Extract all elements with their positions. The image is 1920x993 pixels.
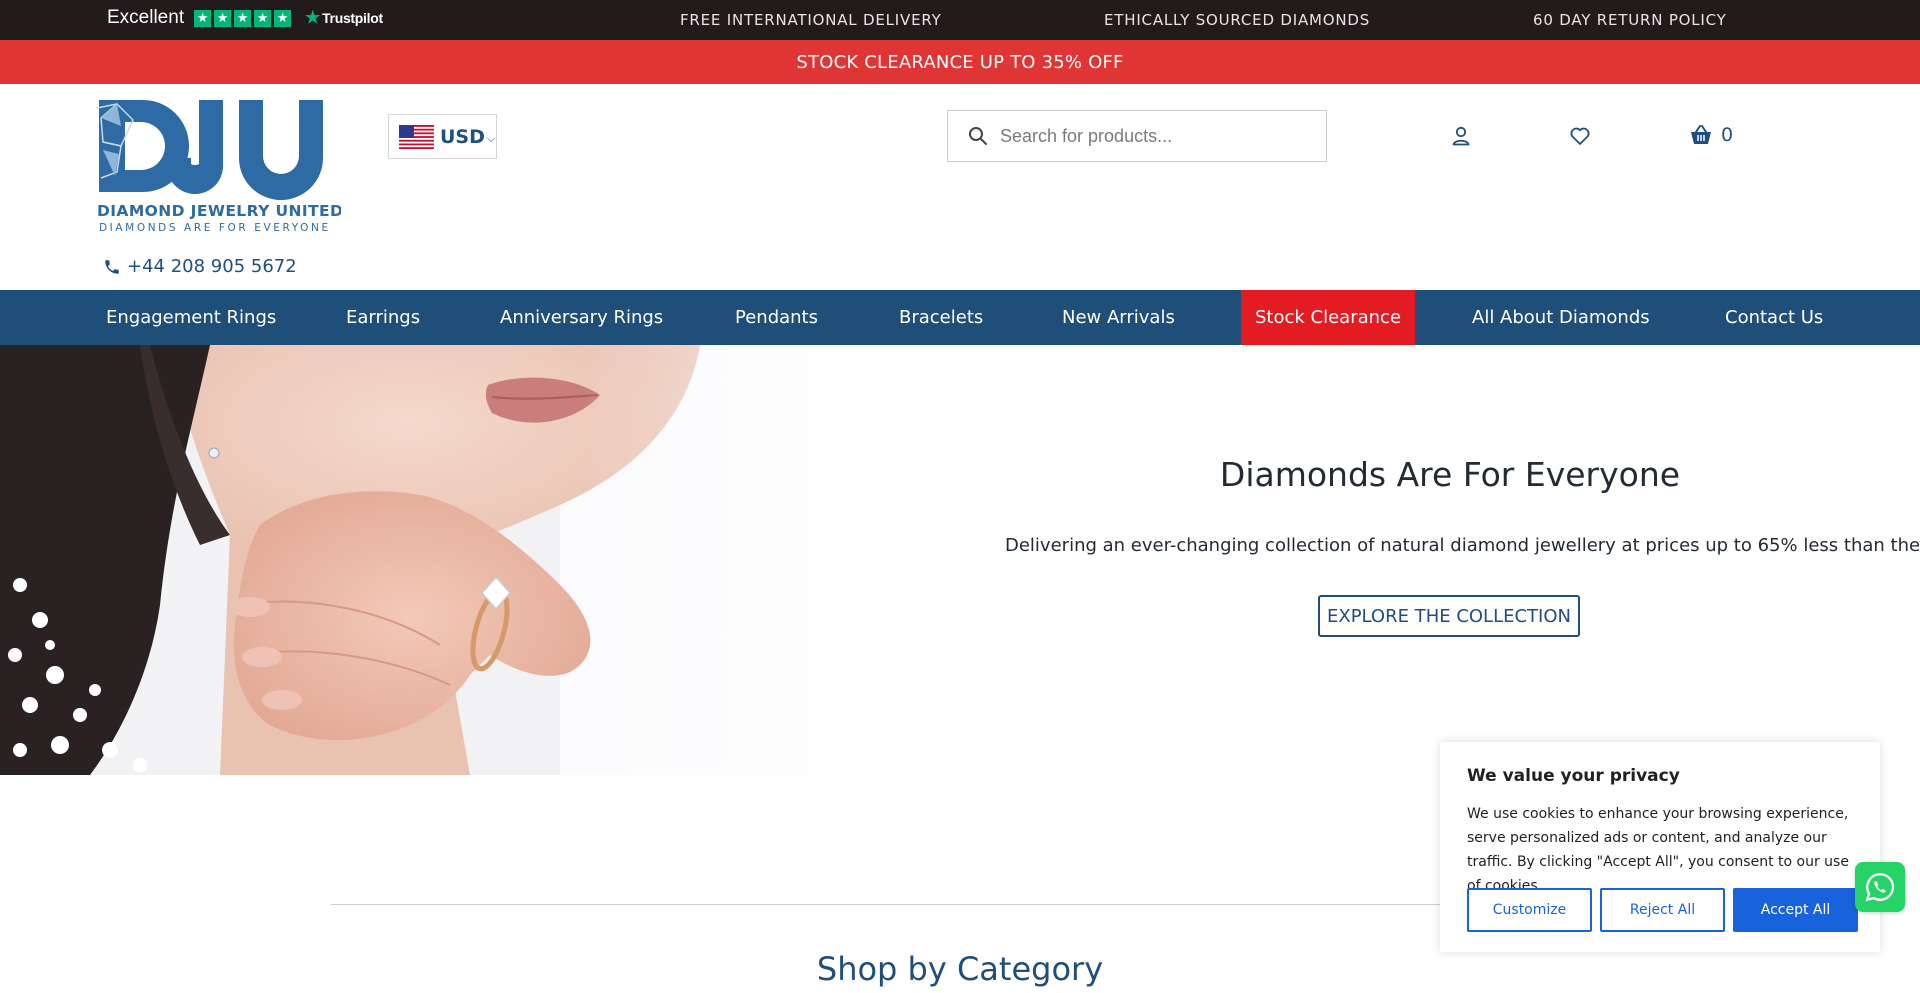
- logo-mark: DIAMOND JEWELRY UNITED DIAMONDS ARE FOR …: [96, 100, 343, 234]
- usp-delivery: FREE INTERNATIONAL DELIVERY: [680, 11, 942, 29]
- hero-subtitle: Delivering an ever-changing collection o…: [1005, 535, 1920, 556]
- chevron-down-icon: ⌵: [486, 131, 496, 145]
- phone-icon: [105, 259, 119, 274]
- nav-item-engagement-rings[interactable]: Engagement Rings: [106, 290, 276, 345]
- nav-item-contact-us[interactable]: Contact Us: [1725, 290, 1823, 345]
- usp-ethical: ETHICALLY SOURCED DIAMONDS: [1104, 11, 1371, 29]
- star-icon: ★: [214, 9, 232, 27]
- trustpilot-star-icon: ★: [305, 8, 321, 27]
- search-icon[interactable]: [968, 126, 988, 146]
- phone-link[interactable]: +44 208 905 5672: [103, 256, 297, 277]
- promo-banner[interactable]: STOCK CLEARANCE UP TO 35% OFF: [0, 40, 1920, 84]
- search-input[interactable]: [1000, 125, 1300, 147]
- site-logo[interactable]: DIAMOND JEWELRY UNITED DIAMONDS ARE FOR …: [95, 98, 343, 234]
- main-nav: Engagement Rings Earrings Anniversary Ri…: [0, 290, 1920, 345]
- nav-item-new-arrivals[interactable]: New Arrivals: [1062, 290, 1175, 345]
- trustpilot-stars: ★ ★ ★ ★ ★: [194, 9, 292, 27]
- whatsapp-icon: [1865, 873, 1895, 902]
- explore-collection-button[interactable]: EXPLORE THE COLLECTION: [1318, 595, 1580, 637]
- cookie-body: We use cookies to enhance your browsing …: [1467, 806, 1849, 894]
- cookie-consent-banner: We value your privacy We use cookies to …: [1440, 742, 1880, 952]
- whatsapp-button[interactable]: [1855, 862, 1905, 912]
- search-bar: [947, 110, 1327, 162]
- hero-image: [0, 345, 940, 775]
- reject-all-button[interactable]: Reject All: [1600, 888, 1725, 932]
- nav-item-bracelets[interactable]: Bracelets: [899, 290, 983, 345]
- cart-count: 0: [1721, 124, 1734, 146]
- nav-item-pendants[interactable]: Pendants: [735, 290, 818, 345]
- user-icon[interactable]: [1449, 124, 1473, 148]
- nav-item-all-about-diamonds[interactable]: All About Diamonds: [1472, 290, 1650, 345]
- trustpilot-widget[interactable]: Excellent ★ ★ ★ ★ ★ ★ Trustpilot: [107, 7, 383, 29]
- logo-name: DIAMOND JEWELRY UNITED: [97, 202, 341, 220]
- section-divider: [331, 904, 1461, 905]
- star-icon: ★: [194, 9, 212, 27]
- promo-text: STOCK CLEARANCE UP TO 35% OFF: [796, 51, 1124, 73]
- currency-value: USD: [440, 125, 485, 148]
- accept-all-button[interactable]: Accept All: [1733, 888, 1858, 932]
- logo-tagline: DIAMONDS ARE FOR EVERYONE: [99, 222, 331, 234]
- trustpilot-logo: ★ Trustpilot: [305, 8, 383, 28]
- trustpilot-brand: Trustpilot: [322, 10, 383, 26]
- star-icon: ★: [254, 9, 272, 27]
- usp-returns: 60 DAY RETURN POLICY: [1533, 11, 1727, 29]
- star-icon: ★: [274, 9, 292, 27]
- nav-item-earrings[interactable]: Earrings: [346, 290, 420, 345]
- cookie-title: We value your privacy: [1467, 766, 1680, 786]
- top-bar: Excellent ★ ★ ★ ★ ★ ★ Trustpilot FREE IN…: [0, 0, 1920, 40]
- phone-number: +44 208 905 5672: [127, 256, 297, 277]
- currency-selector[interactable]: USD ⌵: [388, 114, 497, 159]
- cart-button[interactable]: 0: [1689, 123, 1733, 147]
- us-flag-icon: [399, 124, 434, 149]
- nav-item-stock-clearance[interactable]: Stock Clearance: [1241, 290, 1416, 345]
- customize-button[interactable]: Customize: [1467, 888, 1592, 932]
- cookie-actions: Customize Reject All Accept All: [1467, 888, 1858, 932]
- cart-icon: [1691, 125, 1711, 144]
- shop-by-category-heading: Shop by Category: [816, 950, 1104, 988]
- hero-title: Diamonds Are For Everyone: [1219, 455, 1681, 494]
- nav-item-anniversary-rings[interactable]: Anniversary Rings: [500, 290, 663, 345]
- star-icon: ★: [234, 9, 252, 27]
- trustpilot-rating: Excellent: [107, 7, 185, 28]
- heart-icon[interactable]: [1568, 124, 1592, 148]
